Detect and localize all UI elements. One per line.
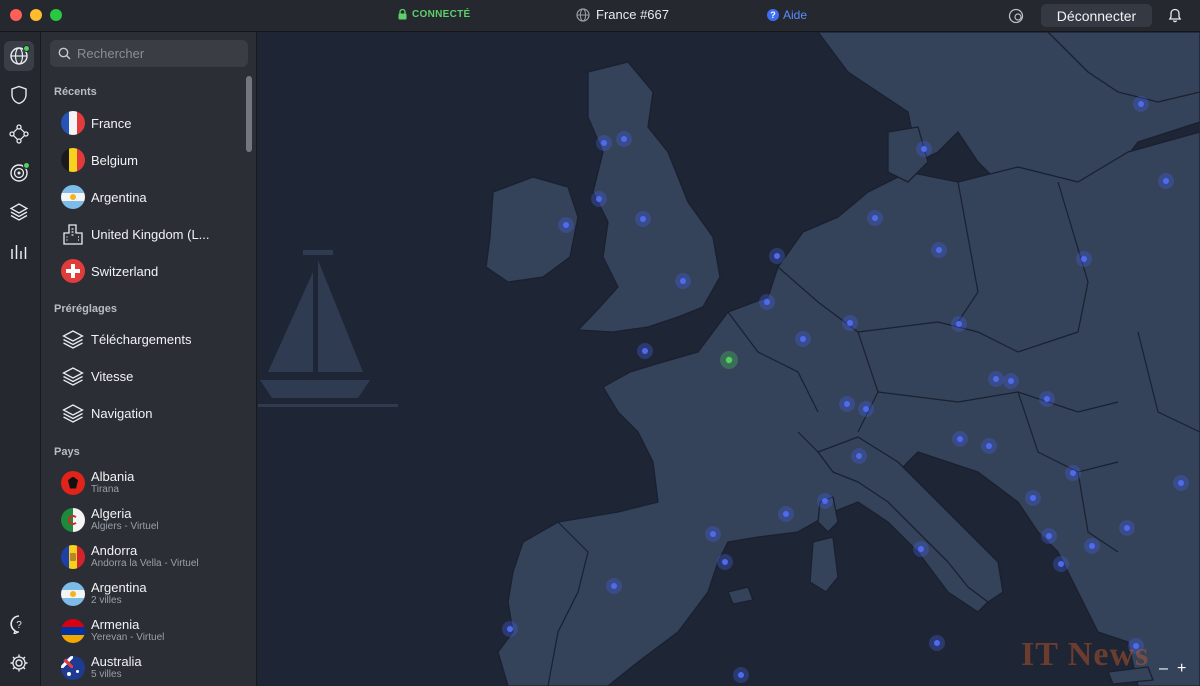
svg-text:?: ? — [16, 620, 22, 631]
window-close-button[interactable] — [10, 9, 22, 21]
france-flag-icon — [61, 111, 85, 135]
connection-status: CONNECTÉ — [398, 9, 471, 20]
recent-item-france[interactable]: France — [61, 110, 131, 136]
recent-item-belgium[interactable]: Belgium — [61, 147, 138, 173]
sidebar-scrollbar[interactable] — [246, 76, 252, 152]
bell-icon[interactable] — [1168, 8, 1182, 28]
threat-protection-icon[interactable] — [1008, 8, 1024, 29]
countries-title: Pays — [54, 446, 80, 458]
country-city: Andorra la Vella - Virtuel — [91, 558, 199, 569]
recent-item-united-kingdom[interactable]: United Kingdom (L... — [61, 221, 210, 247]
country-city: Algiers - Virtuel — [91, 521, 159, 532]
country-name: Argentina — [91, 580, 147, 595]
window-maximize-button[interactable] — [50, 9, 62, 21]
land-sardinia — [809, 536, 839, 593]
belgium-flag-icon — [61, 148, 85, 172]
country-city: 5 villes — [91, 669, 122, 680]
preset-item-label: Vitesse — [91, 368, 134, 384]
recent-item-argentina[interactable]: Argentina — [61, 184, 147, 210]
current-server: France #667 — [576, 7, 669, 22]
layers-icon — [61, 401, 85, 425]
sailboat-decoration — [258, 250, 398, 407]
recent-item-switzerland[interactable]: Switzerland — [61, 258, 158, 284]
country-name: Albania — [91, 469, 135, 484]
country-item-australia[interactable]: Australia 5 villes — [61, 654, 142, 681]
help-dot-icon: ? — [767, 9, 779, 21]
search-icon — [58, 47, 71, 60]
globe-small-icon — [576, 7, 590, 22]
search-box[interactable] — [50, 40, 248, 67]
globe-icon[interactable] — [4, 41, 34, 71]
layers-icon — [61, 327, 85, 351]
preset-item-speed[interactable]: Vitesse — [61, 363, 133, 389]
australia-flag-icon — [61, 655, 85, 680]
recent-item-label: Argentina — [91, 189, 147, 205]
country-item-andorra[interactable]: Andorra Andorra la Vella - Virtuel — [61, 543, 199, 570]
connected-dot — [23, 45, 30, 52]
server-label: France #667 — [596, 7, 669, 22]
target-icon[interactable] — [4, 158, 34, 188]
argentina-flag-icon — [61, 581, 85, 606]
recent-item-label: Switzerland — [91, 263, 159, 279]
building-icon — [61, 222, 85, 246]
dark-web-dot — [23, 162, 30, 169]
recents-title: Récents — [54, 86, 97, 98]
status-label: CONNECTÉ — [412, 9, 471, 20]
recent-item-label: France — [91, 115, 132, 131]
country-name: Australia — [91, 654, 142, 669]
lock-icon — [398, 9, 407, 20]
nav-rail: ? — [0, 32, 41, 686]
armenia-flag-icon — [61, 618, 85, 643]
title-bar: CONNECTÉ France #667 ? Aide Déconnecter — [0, 0, 1200, 32]
albania-flag-icon — [61, 470, 85, 495]
country-name: Algeria — [91, 506, 132, 521]
country-item-armenia[interactable]: Armenia Yerevan - Virtuel — [61, 617, 164, 644]
country-city: Tirana — [91, 484, 119, 495]
recent-item-label: United Kingdom (L... — [91, 226, 210, 242]
europe-map — [258, 32, 1200, 686]
recent-item-label: Belgium — [91, 152, 138, 168]
country-name: Andorra — [91, 543, 138, 558]
help-label: Aide — [783, 8, 808, 22]
preset-item-browsing[interactable]: Navigation — [61, 400, 152, 426]
preset-item-downloads[interactable]: Téléchargements — [61, 326, 191, 352]
country-item-algeria[interactable]: Algeria Algiers - Virtuel — [61, 506, 159, 533]
settings-icon[interactable] — [4, 648, 34, 678]
stats-icon[interactable] — [4, 236, 34, 266]
land-balearic — [727, 586, 754, 605]
disconnect-button[interactable]: Déconnecter — [1041, 4, 1152, 27]
window-minimize-button[interactable] — [30, 9, 42, 21]
search-input[interactable] — [77, 46, 237, 61]
algeria-flag-icon — [61, 507, 85, 532]
country-city: Yerevan - Virtuel — [91, 632, 165, 643]
help-link[interactable]: ? Aide — [767, 8, 807, 22]
presets-title: Préréglages — [54, 303, 117, 315]
shield-icon[interactable] — [4, 80, 34, 110]
argentina-flag-icon — [61, 185, 85, 209]
country-city: 2 villes — [91, 595, 122, 606]
watermark: IT News — [1021, 636, 1150, 673]
meshnet-icon[interactable] — [4, 119, 34, 149]
layers-icon[interactable] — [4, 197, 34, 227]
layers-icon — [61, 364, 85, 388]
zoom-in-button[interactable]: + — [1177, 660, 1186, 678]
country-name: Armenia — [91, 617, 140, 632]
zoom-out-button[interactable]: – — [1159, 660, 1168, 678]
server-sidebar: Récents France Belgium Argentina United … — [41, 32, 257, 686]
help-icon[interactable]: ? — [4, 609, 34, 639]
andorra-flag-icon — [61, 544, 85, 569]
switzerland-flag-icon — [61, 259, 85, 283]
server-map[interactable]: IT News – + — [258, 32, 1200, 686]
country-item-albania[interactable]: Albania Tirana — [61, 469, 134, 496]
preset-item-label: Téléchargements — [91, 331, 192, 347]
country-item-argentina[interactable]: Argentina 2 villes — [61, 580, 147, 607]
preset-item-label: Navigation — [91, 405, 153, 421]
